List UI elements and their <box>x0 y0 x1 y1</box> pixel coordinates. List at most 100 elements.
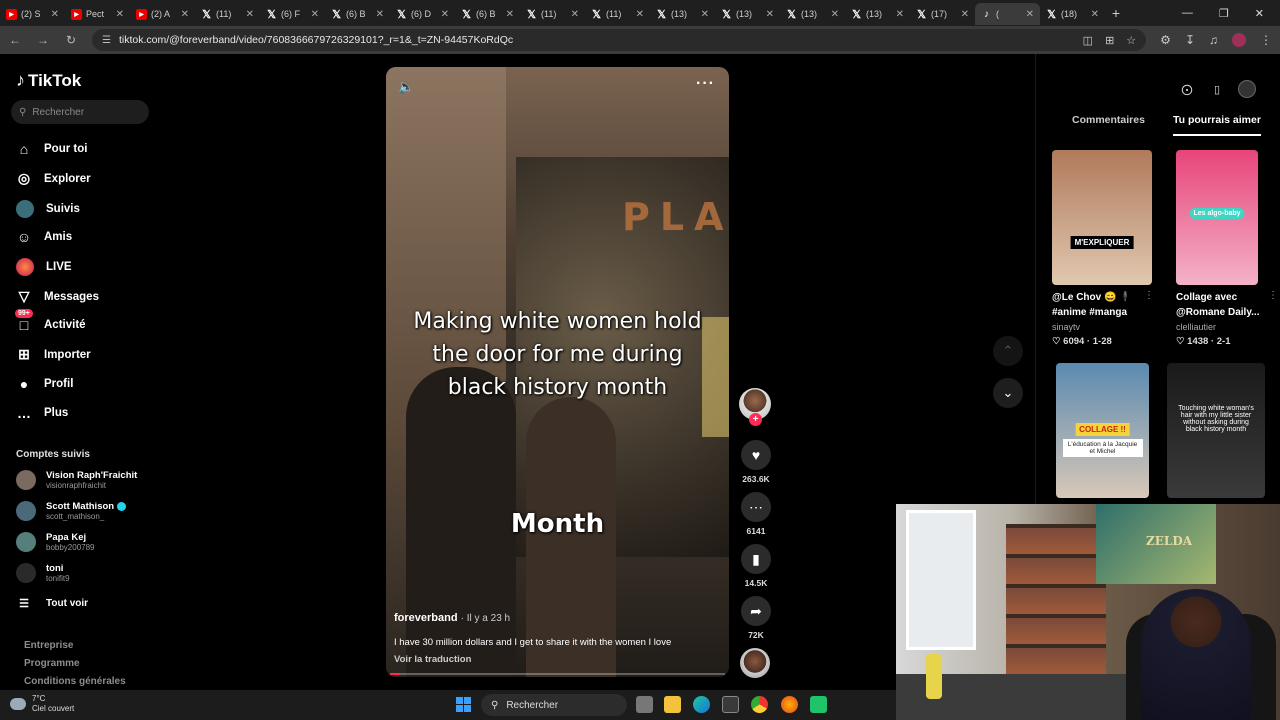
chrome-icon[interactable] <box>751 696 768 713</box>
browser-tab[interactable]: 𝕏 (18) ✕ <box>1040 3 1105 25</box>
followed-account[interactable]: Papa Kej bobby200789 <box>16 532 95 552</box>
close-tab-icon[interactable]: ✕ <box>51 9 59 20</box>
new-tab-button[interactable]: + <box>1105 5 1127 21</box>
browser-tab[interactable]: 𝕏 (13) ✕ <box>845 3 910 25</box>
close-tab-icon[interactable]: ✕ <box>311 9 319 20</box>
close-tab-icon[interactable]: ✕ <box>1091 9 1099 20</box>
store-icon[interactable] <box>722 696 739 713</box>
extensions-icon[interactable]: ⚙ <box>1160 33 1171 47</box>
minimize-icon[interactable]: — <box>1182 7 1193 20</box>
suggested-video-thumbnail[interactable]: Touching white woman's hair with my litt… <box>1167 363 1265 498</box>
browser-tab[interactable]: 𝕏 (11) ✕ <box>585 3 650 25</box>
browser-tab[interactable]: 𝕏 (11) ✕ <box>520 3 585 25</box>
like-button[interactable]: ♥ 263.6K <box>739 440 773 484</box>
firefox-icon[interactable] <box>781 696 798 713</box>
download-icon[interactable]: ↧ <box>1185 33 1195 47</box>
suggested-video-user[interactable]: clelliautier <box>1176 322 1216 332</box>
sidebar-item-suivis[interactable]: Suivis <box>16 200 80 218</box>
footer-link[interactable]: Programme <box>24 658 80 669</box>
browser-tab[interactable]: 𝕏 (6) B ✕ <box>455 3 520 25</box>
file-explorer-icon[interactable] <box>664 696 681 713</box>
followed-account[interactable]: Vision Raph'Fraichit visionraphfraichit <box>16 470 137 490</box>
close-tab-icon[interactable]: ✕ <box>961 9 969 20</box>
browser-tab[interactable]: 𝕏 (6) F ✕ <box>260 3 325 25</box>
follow-plus-icon[interactable]: + <box>749 413 762 426</box>
tab-comments[interactable]: Commentaires <box>1072 114 1145 126</box>
sidebar-item-importer[interactable]: ⊞ Importer <box>16 346 91 363</box>
sidebar-item-explorer[interactable]: ◎ Explorer <box>16 170 91 187</box>
profile-avatar[interactable] <box>1232 33 1246 47</box>
share-button[interactable]: ➦ 72K <box>739 596 773 640</box>
close-tab-icon[interactable]: ✕ <box>376 9 384 20</box>
more-options-icon[interactable]: ⋮ <box>1268 290 1278 301</box>
search-input[interactable]: ⚲ Rechercher <box>11 100 149 124</box>
edge-icon[interactable] <box>693 696 710 713</box>
previous-video-button[interactable]: ⌃ <box>993 336 1023 366</box>
close-window-icon[interactable]: ✕ <box>1255 7 1264 20</box>
suggested-video-thumbnail[interactable]: COLLAGE !! L'éducation à la Jacquie et Mi… <box>1056 363 1149 498</box>
video-player[interactable]: PLA 🔈 ··· Making white women hold the do… <box>386 67 729 677</box>
suggested-video-thumbnail[interactable]: Les algo-baby <box>1176 150 1258 285</box>
media-control-icon[interactable]: ♫ <box>1209 33 1218 47</box>
browser-tab[interactable]: 𝕏 (17) ✕ <box>910 3 975 25</box>
next-video-button[interactable]: ⌄ <box>993 378 1023 408</box>
translate-link[interactable]: Voir la traduction <box>394 654 471 665</box>
close-tab-icon[interactable]: ✕ <box>636 9 644 20</box>
save-button[interactable]: ▮ 14.5K <box>739 544 773 588</box>
video-author[interactable]: foreverband · Il y a 23 h <box>394 612 510 624</box>
sidebar-item-plus[interactable]: … Plus <box>16 405 68 421</box>
browser-tab[interactable]: ♪ (✕ <box>975 3 1040 25</box>
browser-tab[interactable]: ▶ (2) S ✕ <box>0 3 65 25</box>
more-options-icon[interactable]: ··· <box>696 75 715 93</box>
translate-icon[interactable]: ◫ <box>1083 34 1093 47</box>
sidebar-item-profil[interactable]: ● Profil <box>16 376 74 392</box>
more-options-icon[interactable]: ⋮ <box>1144 290 1154 301</box>
sidebar-item-activit-[interactable]: □ 99+ Activité <box>15 309 86 333</box>
bookmark-star-icon[interactable]: ☆ <box>1126 34 1136 47</box>
close-tab-icon[interactable]: ✕ <box>1026 9 1034 20</box>
sidebar-item-pour-toi[interactable]: ⌂ Pour toi <box>16 141 88 157</box>
comment-button[interactable]: ⋯ 6141 <box>739 492 773 536</box>
url-field[interactable]: ☰ tiktok.com/@foreverband/video/76083666… <box>92 29 1147 51</box>
close-tab-icon[interactable]: ✕ <box>896 9 904 20</box>
music-disc-avatar[interactable] <box>740 648 770 678</box>
browser-tab[interactable]: 𝕏 (6) D ✕ <box>390 3 455 25</box>
forward-icon[interactable]: → <box>36 33 50 47</box>
browser-tab[interactable]: ▶ Pect ✕ <box>65 3 130 25</box>
close-tab-icon[interactable]: ✕ <box>766 9 774 20</box>
task-view-icon[interactable] <box>636 696 653 713</box>
messaging-app-icon[interactable] <box>810 696 827 713</box>
suggested-video-user[interactable]: sinaytv <box>1052 322 1080 332</box>
volume-icon[interactable]: 🔈 <box>398 79 414 95</box>
close-tab-icon[interactable]: ✕ <box>441 9 449 20</box>
restore-icon[interactable]: ❐ <box>1219 7 1229 20</box>
reload-icon[interactable]: ↻ <box>64 33 78 47</box>
footer-link[interactable]: Conditions générales <box>24 676 126 687</box>
browser-tab[interactable]: ▶ (2) A ✕ <box>130 3 195 25</box>
browser-tab[interactable]: 𝕏 (13) ✕ <box>650 3 715 25</box>
sidebar-item-live[interactable]: LIVE <box>16 258 72 276</box>
site-info-icon[interactable]: ☰ <box>102 35 111 46</box>
close-tab-icon[interactable]: ✕ <box>831 9 839 20</box>
menu-icon[interactable]: ⋮ <box>1260 33 1272 47</box>
browser-tab[interactable]: 𝕏 (13) ✕ <box>715 3 780 25</box>
phone-icon[interactable]: ▯ <box>1208 80 1226 98</box>
weather-widget[interactable]: 7°C Ciel couvert <box>10 694 74 714</box>
suggested-video-thumbnail[interactable]: M'EXPLIQUER <box>1052 150 1152 285</box>
taskbar-search[interactable]: ⚲ Rechercher <box>481 694 627 716</box>
followed-account[interactable]: Scott Mathison scott_mathison_ <box>16 501 127 521</box>
back-icon[interactable]: ← <box>8 33 22 47</box>
suggested-video-title[interactable]: Collage avec @Romane Daily... <box>1176 290 1272 320</box>
compass-icon[interactable]: ⨀ <box>1178 80 1196 98</box>
close-tab-icon[interactable]: ✕ <box>246 9 254 20</box>
close-tab-icon[interactable]: ✕ <box>571 9 579 20</box>
tiktok-logo[interactable]: ♪ TikTok <box>16 70 81 91</box>
followed-account[interactable]: toni tonifit9 <box>16 563 70 583</box>
browser-tab[interactable]: 𝕏 (11) ✕ <box>195 3 260 25</box>
browser-tab[interactable]: 𝕏 (6) B ✕ <box>325 3 390 25</box>
sidebar-item-amis[interactable]: ☺ Amis <box>16 229 72 245</box>
suggested-video-title[interactable]: @Le Chov 😄 🕴 #anime #manga <box>1052 290 1148 320</box>
close-tab-icon[interactable]: ✕ <box>116 9 124 20</box>
close-tab-icon[interactable]: ✕ <box>181 9 189 20</box>
tab-suggestions[interactable]: Tu pourrais aimer <box>1173 114 1261 136</box>
